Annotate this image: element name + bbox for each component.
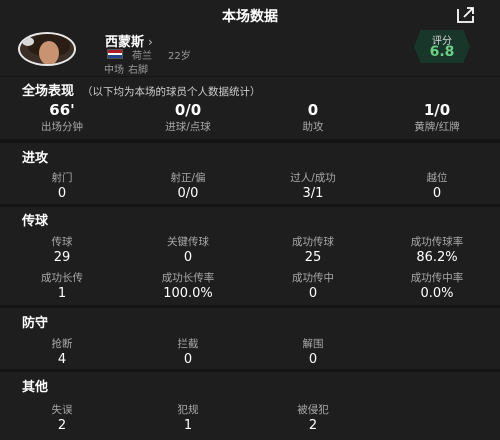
stat-offsides: 越位 0 [377, 170, 497, 201]
stat-value: 25 [304, 250, 322, 265]
stat-value: 0 [308, 352, 318, 367]
share-icon[interactable] [456, 6, 476, 24]
stat-fouled: 被侵犯 2 [253, 402, 373, 433]
stat-accurate-crosses: 成功传中 0 [253, 270, 373, 301]
stat-label: 失误 [51, 404, 73, 416]
stat-accurate-long-balls: 成功长传 1 [2, 270, 122, 301]
stat-label: 成功长传率 [161, 272, 215, 284]
overview-title: 全场表现 [22, 84, 75, 99]
defense-title: 防守 [22, 316, 49, 331]
netherlands-flag-icon [107, 49, 123, 59]
stat-cards: 1/0 黄牌/红牌 [377, 101, 497, 134]
stat-value: 1 [57, 286, 67, 301]
stat-label: 传球 [51, 236, 73, 248]
stat-value: 0/0 [174, 101, 202, 119]
section-defense: 防守 抢断 4 拦截 0 解围 0 [0, 308, 500, 369]
stat-long-ball-accuracy: 成功长传率 100.0% [128, 270, 248, 301]
page-title: 本场数据 [222, 9, 278, 25]
section-other: 其他 失误 2 犯规 1 被侵犯 2 [0, 372, 500, 440]
overview-note: （以下均为本场的球员个人数据统计） [82, 86, 261, 98]
stat-value: 4 [57, 352, 67, 367]
stat-dribbles: 过人/成功 3/1 [253, 170, 373, 201]
stat-label: 出场分钟 [41, 121, 83, 133]
stat-value: 100.0% [163, 286, 213, 301]
stat-assists: 0 助攻 [253, 101, 373, 134]
stat-value: 66' [49, 101, 75, 119]
section-passing: 传球 传球 29 关键传球 0 成功传球 25 成功传球率 86.2% 成功长传… [0, 207, 500, 305]
stat-value: 0 [57, 186, 67, 201]
stat-accurate-passes: 成功传球 25 [253, 234, 373, 265]
stat-interceptions: 拦截 0 [128, 336, 248, 367]
flag-stripe-blue [108, 55, 122, 58]
stat-cross-accuracy: 成功传中率 0.0% [377, 270, 497, 301]
stat-shots: 射门 0 [2, 170, 122, 201]
stat-value: 1 [183, 418, 193, 433]
stat-fouls: 犯规 1 [128, 402, 248, 433]
stat-value: 0 [307, 101, 319, 119]
attack-title: 进攻 [22, 151, 49, 166]
stat-label: 拦截 [177, 338, 199, 350]
stat-pass-accuracy: 成功传球率 86.2% [377, 234, 497, 265]
stat-value: 29 [53, 250, 71, 265]
stat-value: 1/0 [423, 101, 451, 119]
stat-label: 关键传球 [167, 236, 209, 248]
stat-value: 0 [308, 286, 318, 301]
stat-label: 射正/偏 [170, 172, 206, 184]
other-title: 其他 [22, 380, 49, 395]
section-attack: 进攻 射门 0 射正/偏 0/0 过人/成功 3/1 越位 0 [0, 143, 500, 204]
stat-label: 助攻 [302, 121, 324, 133]
stat-passes: 传球 29 [2, 234, 122, 265]
stat-value: 0 [183, 250, 193, 265]
stat-errors: 失误 2 [2, 402, 122, 433]
player-avatar [18, 32, 76, 66]
top-bar: 本场数据 [0, 0, 500, 30]
stat-value: 0/0 [177, 186, 199, 201]
stat-label: 射门 [51, 172, 73, 184]
stat-minutes: 66' 出场分钟 [2, 101, 122, 134]
stat-label: 过人/成功 [290, 172, 336, 184]
stat-label: 成功传中率 [410, 272, 464, 284]
stat-value: 2 [57, 418, 67, 433]
stat-label: 成功传球率 [410, 236, 464, 248]
section-title: 全场表现 （以下均为本场的球员个人数据统计） [22, 80, 261, 99]
stat-value: 0 [183, 352, 193, 367]
stat-value: 3/1 [302, 186, 324, 201]
stat-label: 抢断 [51, 338, 73, 350]
player-position: 中场 [104, 65, 124, 76]
stat-value: 0 [432, 186, 442, 201]
stat-label: 被侵犯 [297, 404, 329, 416]
passing-title: 传球 [22, 214, 49, 229]
stat-tackles: 抢断 4 [2, 336, 122, 367]
stat-label: 解围 [302, 338, 324, 350]
player-preferred-foot: 右脚 [128, 65, 148, 76]
stat-label: 黄牌/红牌 [414, 121, 460, 133]
section-overview: 全场表现 （以下均为本场的球员个人数据统计） 66' 出场分钟 0/0 进球/点球… [0, 77, 500, 139]
stat-value: 2 [308, 418, 318, 433]
stat-label: 成功长传 [41, 272, 83, 284]
stat-shots-on-off: 射正/偏 0/0 [128, 170, 248, 201]
club-badge-icon [22, 37, 34, 46]
rating-value: 6.8 [429, 44, 455, 60]
stat-clearances: 解围 0 [253, 336, 373, 367]
player-age: 22岁 [168, 51, 191, 62]
stat-value: 0.0% [420, 286, 454, 301]
stat-label: 成功传中 [292, 272, 334, 284]
stat-goals-penalties: 0/0 进球/点球 [128, 101, 248, 134]
stat-label: 成功传球 [292, 236, 334, 248]
player-nationality: 荷兰 [132, 51, 152, 62]
stat-value: 86.2% [416, 250, 458, 265]
rating-badge: 评分 6.8 [414, 30, 470, 63]
stat-label: 犯规 [177, 404, 199, 416]
stat-label: 进球/点球 [165, 121, 211, 133]
stat-label: 越位 [426, 172, 448, 184]
stat-key-passes: 关键传球 0 [128, 234, 248, 265]
